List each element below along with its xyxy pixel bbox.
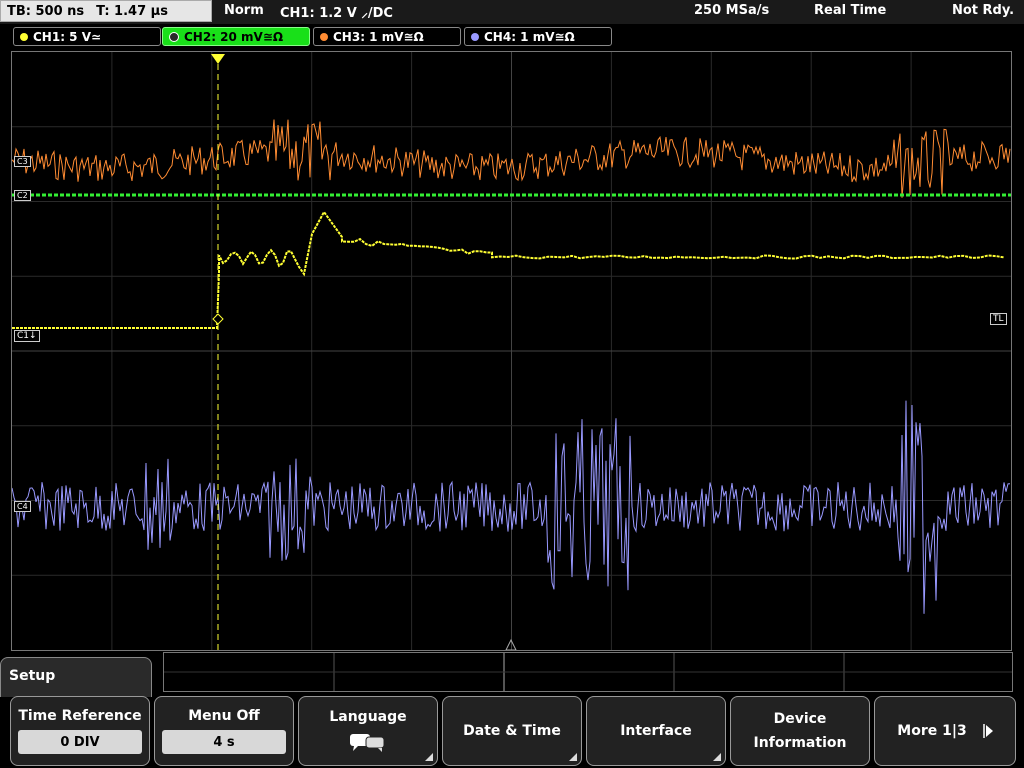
softkey-label: Device Information [753, 711, 847, 751]
submenu-indicator-icon [713, 753, 721, 761]
trigger-state: Not Rdy. [952, 3, 1015, 18]
ch1-trace [12, 210, 1005, 329]
waveform-canvas [12, 52, 1011, 650]
timebase-readout: TB: 500 ns [7, 3, 85, 19]
channel-tab-ch4[interactable]: CH4: 1 mV≅Ω [464, 27, 612, 46]
trigger-info: CH1: 1.2 V ⸝/DC [280, 6, 393, 21]
menu-off-value: 4 s [162, 730, 286, 754]
ch3-ground-marker[interactable]: C3 [14, 156, 31, 167]
ch2-ground-marker[interactable]: C2 [14, 190, 31, 201]
trigger-point-marker [212, 313, 224, 325]
channel-tab-ch2[interactable]: CH2: 20 mV≅Ω [162, 27, 310, 46]
acquisition-mode: Real Time [814, 3, 887, 18]
submenu-indicator-icon [425, 753, 433, 761]
channel-tab-ch3[interactable]: CH3: 1 mV≅Ω [313, 27, 461, 46]
trigger-time-readout: T: 1.47 µs [96, 3, 168, 19]
waveform-display[interactable]: C1↓ TL C3 C2 C4 [11, 51, 1012, 651]
trigger-level-marker[interactable]: TL [990, 313, 1007, 325]
softkey-label: Interface [620, 723, 692, 739]
ch2-color-dot [169, 31, 179, 42]
more-softkey[interactable]: More 1|3 [874, 696, 1016, 766]
channel-label: CH4: 1 mV≅Ω [484, 29, 575, 44]
softkey-label: More 1|3 [897, 723, 967, 739]
channel-tab-ch1[interactable]: CH1: 5 V≃ [13, 27, 161, 46]
trigger-position-marker [211, 54, 225, 64]
time-reference-value: 0 DIV [18, 730, 142, 754]
timebase-box[interactable]: TB: 500 ns T: 1.47 µs [0, 0, 212, 22]
device-information-softkey[interactable]: Device Information [730, 696, 870, 766]
overview-grid [164, 653, 1012, 691]
menu-title: Setup [9, 668, 56, 684]
ch4-ground-marker[interactable]: C4 [14, 501, 31, 512]
menu-off-softkey[interactable]: Menu Off 4 s [154, 696, 294, 766]
zoom-overview-bar [163, 652, 1013, 692]
softkey-label: Menu Off [188, 708, 260, 724]
submenu-indicator-icon [569, 753, 577, 761]
ch3-color-dot [320, 32, 328, 41]
softkey-label: Language [329, 709, 407, 725]
ch4-color-dot [471, 32, 479, 41]
sample-rate: 250 MSa/s [694, 3, 770, 18]
softkey-label: Date & Time [463, 723, 561, 739]
trigger-mode: Norm [224, 3, 264, 18]
ch1-color-dot [20, 32, 28, 41]
speech-bubble-icon [350, 734, 385, 752]
ch1-ground-marker[interactable]: C1↓ [14, 330, 40, 342]
softkey-label: Time Reference [18, 708, 142, 724]
next-page-arrow-icon [982, 724, 993, 738]
language-softkey[interactable]: Language [298, 696, 438, 766]
channel-label: CH2: 20 mV≅Ω [184, 29, 284, 44]
menu-title-tab: Setup [0, 657, 152, 697]
channel-label: CH1: 5 V≃ [33, 29, 102, 44]
time-reference-softkey[interactable]: Time Reference 0 DIV [10, 696, 150, 766]
interface-softkey[interactable]: Interface [586, 696, 726, 766]
channel-label: CH3: 1 mV≅Ω [333, 29, 424, 44]
date-time-softkey[interactable]: Date & Time [442, 696, 582, 766]
